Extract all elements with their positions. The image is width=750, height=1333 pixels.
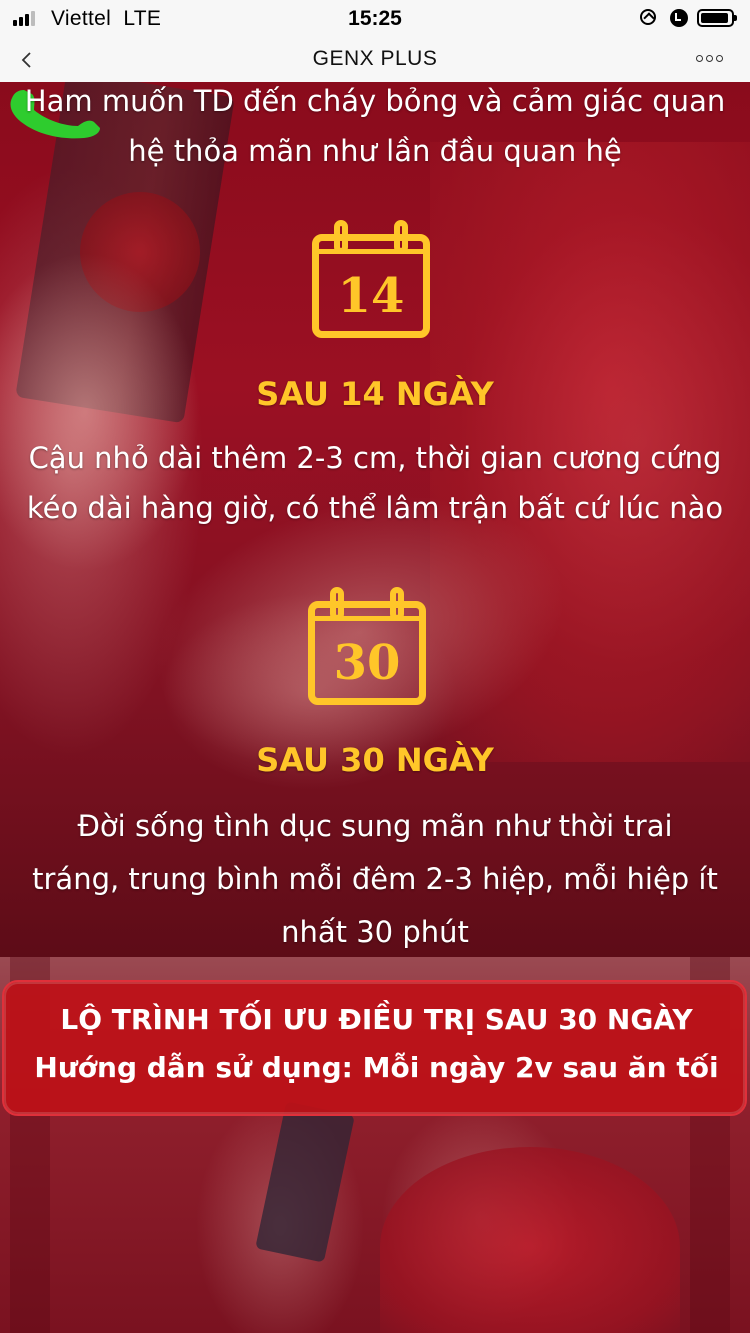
hero-section: Ham muốn TD đến cháy bỏng và cảm giác qu…: [0, 82, 750, 957]
more-icon[interactable]: [696, 55, 723, 62]
milestone-line: Đời sống tình dục sung mãn như thời trai: [77, 809, 673, 843]
calendar-icon: 30: [308, 587, 426, 705]
milestone-line: nhất 30 phút: [281, 915, 469, 949]
bottom-section: LỘ TRÌNH TỐI ƯU ĐIỀU TRỊ SAU 30 NGÀY Hướ…: [0, 957, 750, 1333]
intro-line: Ham muốn TD đến cháy bỏng và cảm giác qu…: [24, 84, 726, 118]
alarm-icon: [670, 9, 688, 27]
calendar-day-number: 30: [333, 635, 401, 691]
promo-banner[interactable]: LỘ TRÌNH TỐI ƯU ĐIỀU TRỊ SAU 30 NGÀY Hướ…: [2, 980, 747, 1116]
milestone-heading: SAU 14 NGÀY: [256, 375, 494, 413]
nav-bar: GENX PLUS: [0, 40, 750, 83]
background-product-box: [255, 1101, 355, 1263]
milestone-line: kéo dài hàng giờ, có thể lâm trận bất cứ…: [26, 491, 724, 525]
intro-line: hệ thỏa mãn như lần đầu quan hệ: [128, 134, 622, 168]
battery-icon: [697, 9, 737, 27]
milestone-line: tráng, trung bình mỗi đêm 2-3 hiệp, mỗi …: [32, 862, 718, 896]
milestone-description: Đời sống tình dục sung mãn như thời trai…: [20, 800, 730, 957]
lock-rotation-icon: [640, 9, 656, 25]
status-bar: Viettel LTE 15:25: [0, 0, 750, 40]
milestone-description: Cậu nhỏ dài thêm 2-3 cm, thời gian cương…: [20, 433, 730, 533]
milestone-line: Cậu nhỏ dài thêm 2-3 cm, thời gian cương…: [28, 441, 722, 475]
promo-title: LỘ TRÌNH TỐI ƯU ĐIỀU TRỊ SAU 30 NGÀY: [60, 1003, 693, 1036]
page-title: GENX PLUS: [312, 47, 438, 70]
promo-subtitle: Hướng dẫn sử dụng: Mỗi ngày 2v sau ăn tố…: [34, 1051, 719, 1084]
status-time: 15:25: [348, 7, 402, 30]
background-dress: [380, 1147, 680, 1333]
calendar-icon: 14: [312, 220, 430, 338]
calendar-day-number: 14: [337, 268, 405, 324]
intro-text: Ham muốn TD đến cháy bỏng và cảm giác qu…: [20, 82, 730, 176]
milestone-heading: SAU 30 NGÀY: [256, 741, 494, 779]
